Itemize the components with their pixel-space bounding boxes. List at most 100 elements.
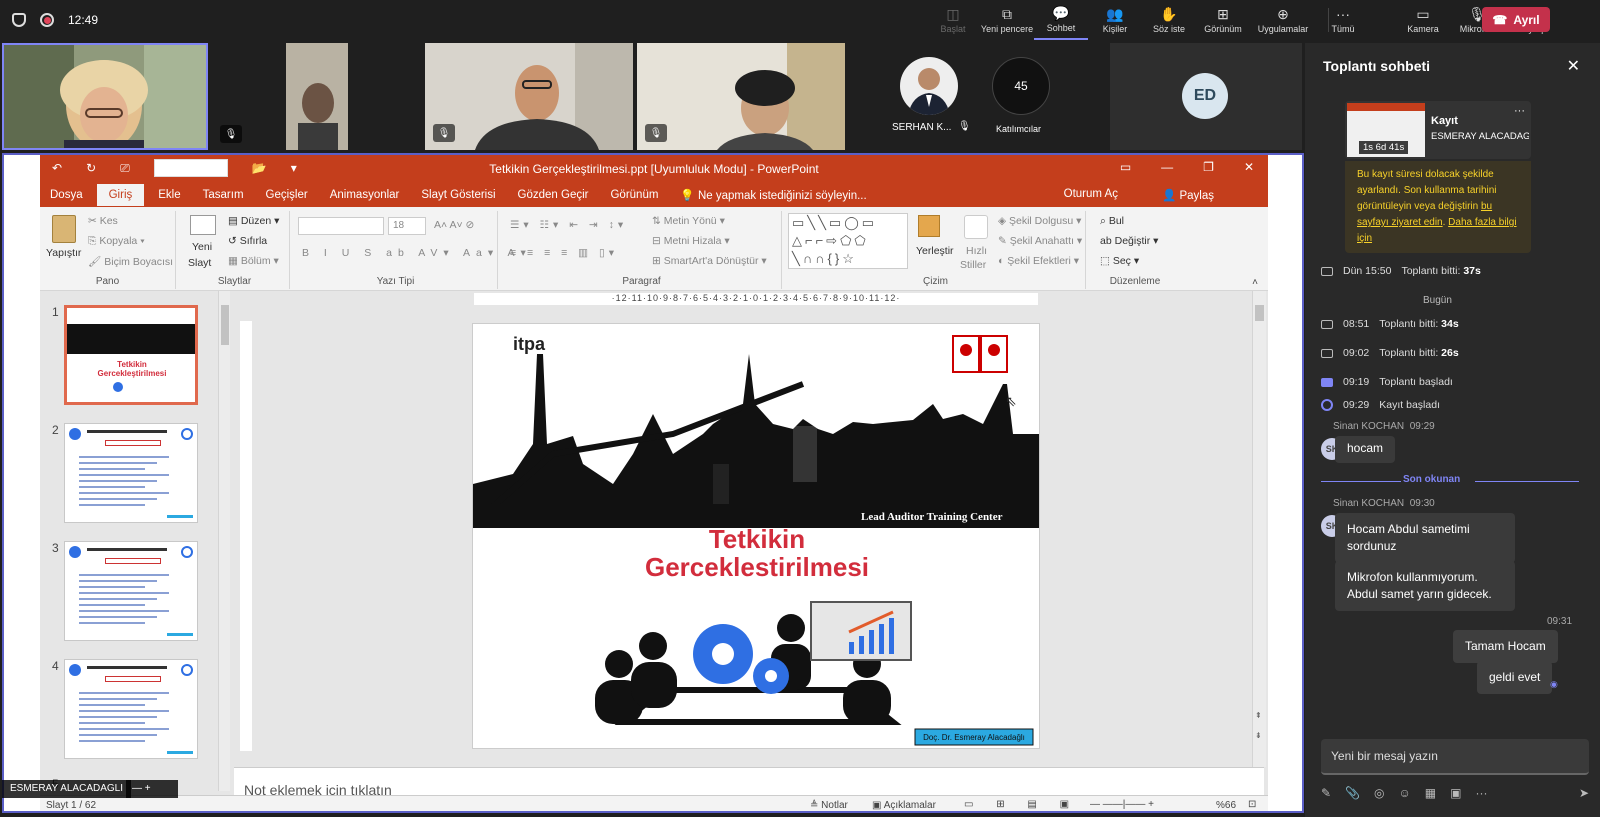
video-tile-participant-3[interactable]: 🎙: [425, 43, 633, 150]
share-button[interactable]: 👤 Paylaş: [1162, 188, 1236, 202]
video-tile-participant-4[interactable]: 🎙: [637, 43, 845, 150]
smartart-button[interactable]: ⊞ SmartArt'a Dönüştür ▾: [652, 255, 767, 267]
slide-scrollbar[interactable]: ⇞ ⇟: [1252, 291, 1266, 767]
scroll-thumb[interactable]: [221, 305, 229, 345]
zoom-slider[interactable]: — ——|—— +: [1090, 799, 1154, 810]
toolbar-chat-button[interactable]: 💬 Sohbet: [1034, 0, 1088, 40]
more-actions-icon[interactable]: ···: [1475, 786, 1487, 800]
more-options-icon[interactable]: ···: [1514, 105, 1525, 117]
toolbar-camera-off-button[interactable]: ▭ Kamera: [1396, 0, 1450, 40]
arrange-icon[interactable]: [918, 215, 940, 237]
quick-styles-label-2[interactable]: Stiller: [960, 259, 986, 271]
recording-card[interactable]: 1s 6d 41s Kayıt ESMERAY ALACADAGLI ···: [1345, 101, 1531, 159]
tab-0[interactable]: Dosya: [50, 189, 83, 201]
video-tile-presenter[interactable]: [2, 43, 208, 150]
close-icon[interactable]: ✕: [1244, 160, 1254, 174]
video-tile-participant-2[interactable]: [286, 43, 348, 150]
participants-count[interactable]: 45 Katılımcılar: [988, 43, 1058, 150]
reset-button[interactable]: ↺ Sıfırla: [228, 235, 267, 247]
toolbar-layout-button[interactable]: ⊞ Görünüm: [1196, 0, 1250, 40]
toolbar-pin-button[interactable]: ◫ Başlat: [926, 0, 980, 40]
prev-slide-icon[interactable]: ⇞: [1255, 711, 1262, 720]
message-compose-box[interactable]: Yeni bir mesaj yazın: [1321, 739, 1589, 775]
next-slide-icon[interactable]: ⇟: [1255, 731, 1262, 740]
text-direction-button[interactable]: ⇅ Metin Yönü ▾: [652, 215, 725, 227]
section-button[interactable]: ▦ Bölüm ▾: [228, 255, 279, 267]
toolbar-people-button[interactable]: 👥 Kişiler: [1088, 0, 1142, 40]
video-tile-ed[interactable]: ED: [1110, 43, 1302, 150]
tab-3[interactable]: Tasarım: [203, 189, 244, 201]
new-slide-label-2[interactable]: Slayt: [188, 257, 211, 269]
presenter-badge-controls[interactable]: — +: [126, 780, 178, 798]
start-slideshow-icon[interactable]: ⎚: [120, 161, 130, 177]
tab-6[interactable]: Slayt Gösterisi: [421, 189, 495, 201]
slide-thumbnail[interactable]: Tetkikin Gercekleştirilmesi: [64, 305, 198, 405]
shape-fill-button[interactable]: ◈ Şekil Dolgusu ▾: [998, 215, 1081, 227]
leave-button[interactable]: ☎ Ayrıl: [1482, 7, 1550, 32]
cut-button[interactable]: ✂ Kes: [88, 215, 118, 227]
tab-4[interactable]: Geçişler: [266, 189, 308, 201]
scroll-thumb[interactable]: [1255, 305, 1264, 321]
font-name-input[interactable]: [298, 217, 384, 235]
slide-thumbnail[interactable]: [64, 541, 198, 641]
shapes-gallery[interactable]: ▭╲╲▭◯▭ △⌐⌐⇨⬠⬠ ╲∩∩{}☆: [788, 213, 908, 269]
zoom-level[interactable]: %66: [1216, 800, 1236, 811]
chat-message[interactable]: Mikrofon kullanmıyorum. Abdul samet yarı…: [1335, 561, 1515, 611]
align-text-button[interactable]: ⊟ Metni Hizala ▾: [652, 235, 730, 247]
attach-icon[interactable]: 📎: [1345, 786, 1360, 800]
toolbar-apps-button[interactable]: ⊕ Uygulamalar: [1250, 0, 1316, 40]
replace-button[interactable]: ab Değiştir ▾: [1100, 235, 1158, 247]
chat-message[interactable]: hocam: [1335, 436, 1396, 463]
toolbar-new-window-button[interactable]: ⧉ Yeni pencere: [980, 0, 1034, 40]
comments-button[interactable]: ▣ Açıklamalar: [872, 800, 936, 811]
slide-thumbnail[interactable]: [64, 659, 198, 759]
font-format-buttons[interactable]: B I U S ab AV▾ Aa▾ A▾: [302, 247, 532, 259]
my-chat-message[interactable]: geldi evet: [1477, 661, 1553, 694]
sticker-icon[interactable]: ▣: [1450, 786, 1461, 800]
recording-thumbnail[interactable]: 1s 6d 41s: [1347, 103, 1425, 157]
minimize-icon[interactable]: —: [1161, 160, 1173, 174]
redo-icon[interactable]: ↻: [86, 161, 96, 177]
participant-serhan[interactable]: SERHAN K... 🎙: [890, 43, 971, 150]
fit-slide-icon[interactable]: ⊡: [1248, 799, 1256, 810]
open-folder-icon[interactable]: 📂: [252, 161, 267, 177]
tab-5[interactable]: Animasyonlar: [330, 189, 400, 201]
quick-styles-label-1[interactable]: Hızlı: [966, 245, 987, 257]
ribbon-display-icon[interactable]: ▭: [1120, 160, 1131, 174]
loop-icon[interactable]: ◎: [1374, 786, 1384, 800]
new-slide-label-1[interactable]: Yeni: [192, 241, 212, 253]
shape-effects-button[interactable]: ◐ Şekil Efektleri ▾: [998, 255, 1079, 267]
layout-button[interactable]: ▤ Düzen ▾: [228, 215, 279, 227]
my-chat-message[interactable]: Tamam Hocam: [1453, 630, 1558, 663]
tab-7[interactable]: Gözden Geçir: [518, 189, 589, 201]
emoji-icon[interactable]: ☺: [1399, 786, 1411, 800]
close-icon[interactable]: ✕: [1567, 56, 1580, 76]
tell-me-input[interactable]: 💡 Ne yapmak istediğinizi söyleyin...: [680, 188, 888, 202]
paste-icon[interactable]: [52, 215, 76, 243]
font-size-buttons[interactable]: A˄ A˅ ⊘: [434, 219, 474, 231]
toolbar-raise-hand-button[interactable]: ✋ Söz iste: [1142, 0, 1196, 40]
find-button[interactable]: ⌕ Bul: [1100, 215, 1124, 228]
tab-1[interactable]: Giriş: [96, 184, 145, 206]
view-buttons[interactable]: ▭ ⊞ ▤ ▣: [964, 799, 1079, 810]
tab-2[interactable]: Ekle: [158, 189, 180, 201]
toolbar-more-button[interactable]: ··· Tümü: [1316, 0, 1370, 40]
notes-button[interactable]: ≜ Notlar: [810, 800, 848, 811]
send-icon[interactable]: ➤: [1579, 786, 1589, 800]
slide-thumbnail[interactable]: [64, 423, 198, 523]
format-icon[interactable]: ✎: [1321, 786, 1331, 800]
new-slide-icon[interactable]: [190, 215, 216, 235]
quick-styles-icon[interactable]: [964, 215, 988, 239]
format-painter-button[interactable]: 🖌 Biçim Boyacısı: [88, 255, 173, 268]
arrange-button[interactable]: Yerleştir: [916, 245, 954, 257]
thumbs-scrollbar[interactable]: [218, 291, 230, 791]
tab-8[interactable]: Görünüm: [610, 189, 658, 201]
quick-access-input[interactable]: [153, 159, 228, 177]
restore-icon[interactable]: ❐: [1203, 160, 1214, 174]
undo-icon[interactable]: ↶: [52, 161, 62, 177]
select-button[interactable]: ⬚ Seç ▾: [1100, 255, 1139, 267]
current-slide[interactable]: itpa Lead Auditor Training Center Tetkik…: [472, 323, 1040, 749]
paste-button[interactable]: Yapıştır: [46, 247, 81, 259]
align-buttons[interactable]: ≡ ≡ ≡ ≡ ▥ ▯▾: [510, 247, 618, 259]
shape-outline-button[interactable]: ✎ Şekil Anahattı ▾: [998, 235, 1082, 247]
